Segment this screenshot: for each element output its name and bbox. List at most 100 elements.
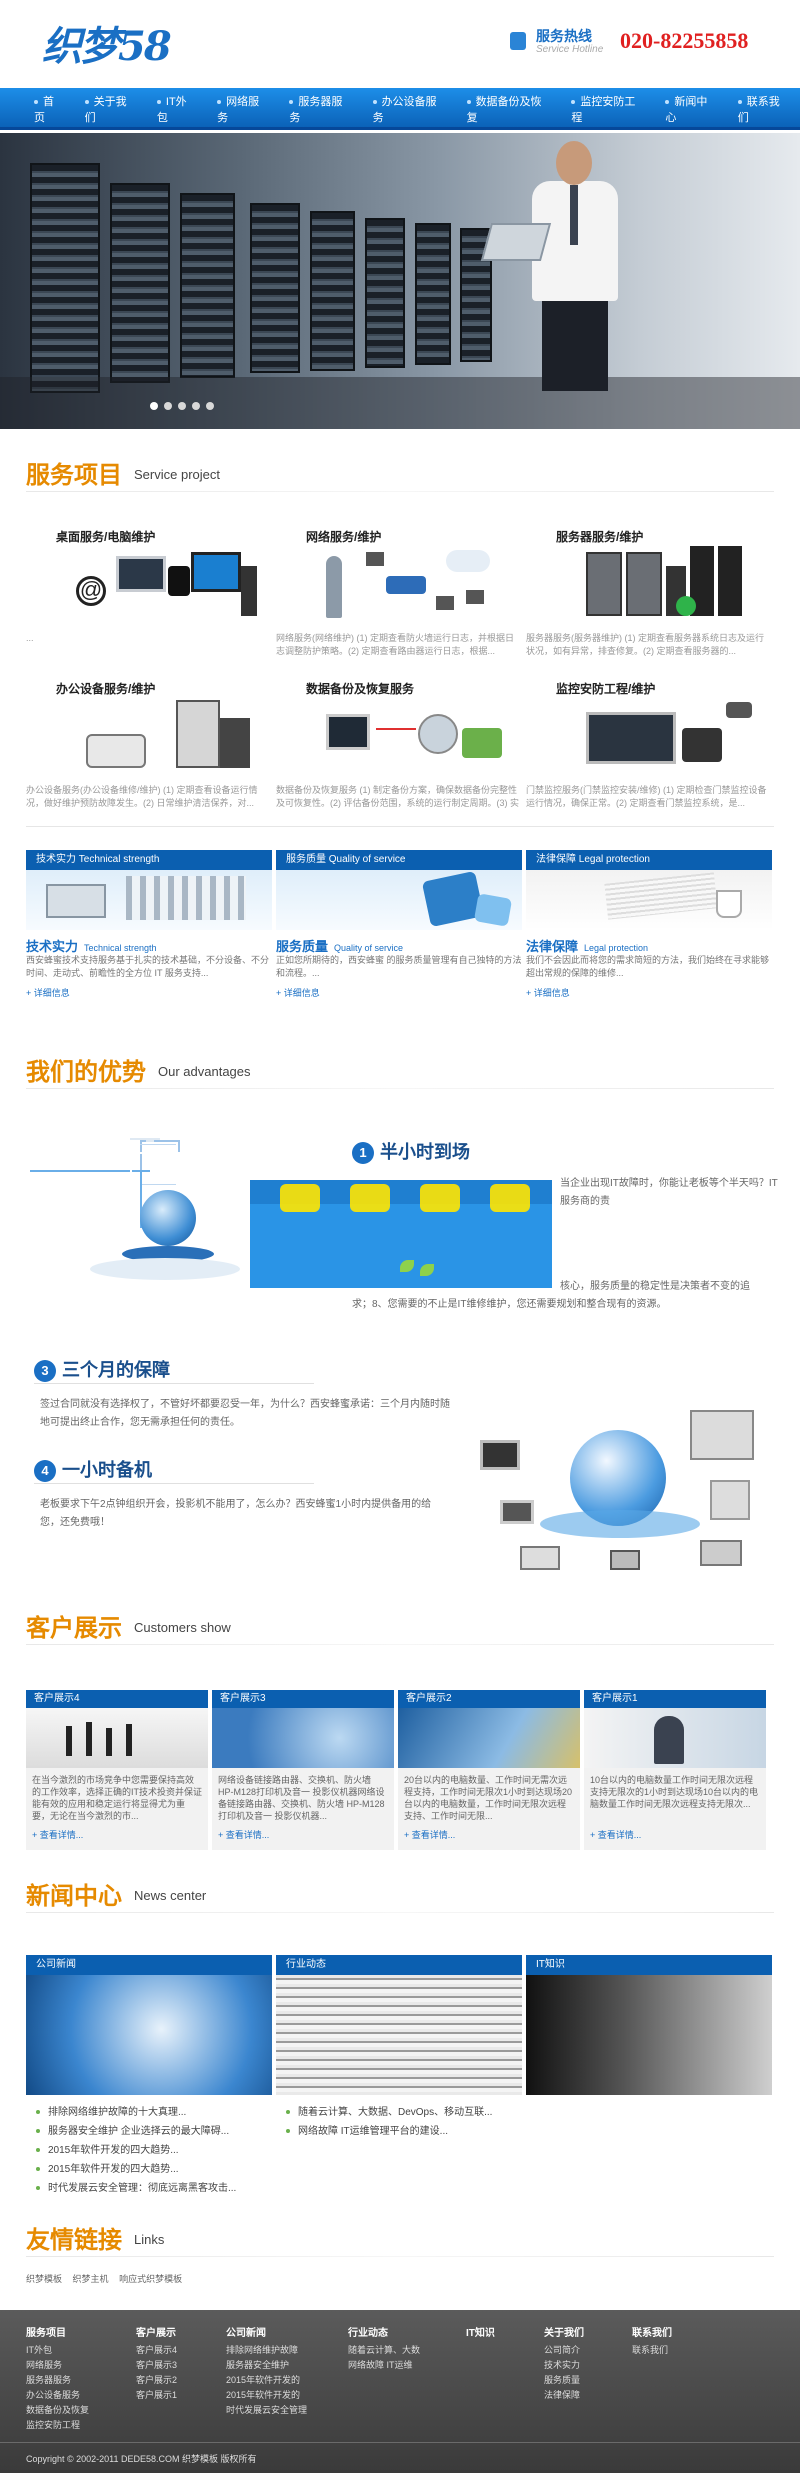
case-image <box>584 1708 766 1768</box>
feature-more-link[interactable]: + 详细信息 <box>526 986 570 999</box>
slider-dot[interactable] <box>178 402 186 410</box>
footer-link[interactable]: 服务器安全维护 <box>226 2358 307 2373</box>
service-item-backup[interactable]: 数据备份及恢复服务 数据备份及恢复服务 (1) 制定备份方案，确保数据备份完整性… <box>276 680 522 830</box>
advantage-3: 3 三个月的保障 <box>34 1356 170 1383</box>
nav-item-home[interactable]: 首页 <box>24 93 75 125</box>
service-item-server[interactable]: 服务器服务/维护 服务器服务(服务器维护) (1) 定期查看服务器系统日志及运行… <box>526 528 772 678</box>
slider-dot[interactable] <box>206 402 214 410</box>
news-link[interactable]: 2015年软件开发的四大趋势... <box>36 2141 236 2160</box>
footer-link[interactable]: 办公设备服务 <box>26 2388 89 2403</box>
slider-dot[interactable] <box>164 402 172 410</box>
news-link[interactable]: 随着云计算、大数据、DevOps、移动互联... <box>286 2103 492 2122</box>
slider-dot[interactable] <box>192 402 200 410</box>
server-rack <box>310 211 355 371</box>
footer-link[interactable]: 服务器服务 <box>26 2373 89 2388</box>
nav-item-server[interactable]: 服务器服务 <box>279 93 362 125</box>
footer-link[interactable]: 客户展示1 <box>136 2388 177 2403</box>
main-nav: 首页 关于我们 IT外包 网络服务 服务器服务 办公设备服务 数据备份及恢复 监… <box>0 88 800 130</box>
news-it-knowledge: IT知识 <box>526 1955 772 2185</box>
footer-col-services: 服务项目 IT外包 网络服务 服务器服务 办公设备服务 数据备份及恢复 监控安防… <box>26 2324 89 2433</box>
footer-link[interactable]: 排除网络维护故障 <box>226 2343 307 2358</box>
nav-item-it-outsourcing[interactable]: IT外包 <box>147 93 207 125</box>
friend-link[interactable]: 织梦模板 <box>26 2274 62 2284</box>
news-link[interactable]: 排除网络维护故障的十大真理... <box>36 2103 236 2122</box>
customer-case-1[interactable]: 客户展示1 10台以内的电脑数量工作时间无限次远程支持无限次的1小时到达现场10… <box>584 1690 766 1850</box>
slider-dot[interactable] <box>150 402 158 410</box>
advantage-1: 1 半小时到场 <box>352 1138 470 1165</box>
server-rack <box>415 223 451 365</box>
footer-link[interactable]: 客户展示3 <box>136 2358 177 2373</box>
banner-floor <box>0 377 800 429</box>
footer-link[interactable]: 时代发展云安全管理 <box>226 2403 307 2418</box>
news-link[interactable]: 服务器安全维护 企业选择云的最大障碍... <box>36 2122 236 2141</box>
nav-item-office[interactable]: 办公设备服务 <box>363 93 457 125</box>
footer-link[interactable]: 2015年软件开发的 <box>226 2373 307 2388</box>
customer-case-2[interactable]: 客户展示2 20台以内的电脑数量、工作时间无需次远程支持，工作时间无限次1小时到… <box>398 1690 580 1850</box>
desktop-computer-icon: @ <box>56 546 257 624</box>
news-link[interactable]: 时代发展云安全管理：彻底远离黑客攻击... <box>36 2179 236 2198</box>
footer-link[interactable]: 法律保障 <box>544 2388 584 2403</box>
links-heading: 友情链接 Links <box>26 2220 774 2260</box>
nav-item-news[interactable]: 新闻中心 <box>655 93 727 125</box>
footer-link[interactable]: 服务质量 <box>544 2373 584 2388</box>
footer-link[interactable]: 客户展示2 <box>136 2373 177 2388</box>
footer-link[interactable]: 网络故障 IT运维 <box>348 2358 420 2373</box>
footer-link[interactable]: 客户展示4 <box>136 2343 177 2358</box>
site-header: 织梦58 服务热线 Service Hotline 020-82255858 <box>0 0 800 88</box>
friend-link[interactable]: 织梦主机 <box>73 2274 109 2284</box>
news-tab-company[interactable]: 公司新闻 <box>26 1955 272 1975</box>
surveillance-camera-icon <box>556 698 756 776</box>
nav-item-about[interactable]: 关于我们 <box>75 93 147 125</box>
footer-link[interactable]: 技术实力 <box>544 2358 584 2373</box>
feature-more-link[interactable]: + 详细信息 <box>276 986 320 999</box>
case-image <box>26 1708 208 1768</box>
office-equipment-icon <box>56 698 256 776</box>
service-item-surveillance[interactable]: 监控安防工程/维护 门禁监控服务(门禁监控安装/维修) (1) 定期检查门禁监控… <box>526 680 772 830</box>
footer-col-company-news: 公司新闻 排除网络维护故障 服务器安全维护 2015年软件开发的 2015年软件… <box>226 2324 307 2418</box>
footer-link[interactable]: IT外包 <box>26 2343 89 2358</box>
news-link[interactable]: 2015年软件开发的四大趋势... <box>36 2160 236 2179</box>
nav-item-security[interactable]: 监控安防工程 <box>561 93 655 125</box>
footer-link[interactable]: 网络服务 <box>26 2358 89 2373</box>
nav-item-network[interactable]: 网络服务 <box>207 93 279 125</box>
advantages-heading: 我们的优势 Our advantages <box>26 1052 774 1092</box>
case-more-link[interactable]: + 查看详情... <box>218 1828 269 1841</box>
footer-link[interactable]: 监控安防工程 <box>26 2418 89 2433</box>
customer-case-4[interactable]: 客户展示4 在当今激烈的市场竞争中您需要保持高效的工作效率，选择正确的IT技术投… <box>26 1690 208 1850</box>
friend-links: 织梦模板 织梦主机 响应式织梦模板 <box>26 2272 190 2285</box>
footer-link[interactable]: 2015年软件开发的 <box>226 2388 307 2403</box>
news-company: 公司新闻 排除网络维护故障的十大真理... 服务器安全维护 企业选择云的最大障碍… <box>26 1955 272 2194</box>
friend-link[interactable]: 响应式织梦模板 <box>119 2274 182 2284</box>
server-icon <box>556 546 756 624</box>
customer-case-3[interactable]: 客户展示3 网络设备链接路由器、交换机、防火墙 HP-M128打印机及音一 投影… <box>212 1690 394 1850</box>
news-image <box>276 1975 522 2095</box>
advantage-4: 4 一小时备机 <box>34 1456 152 1483</box>
footer-link[interactable]: 联系我们 <box>632 2343 672 2358</box>
cases-heading: 客户展示 Customers show <box>26 1608 774 1648</box>
feature-more-link[interactable]: + 详细信息 <box>26 986 70 999</box>
case-more-link[interactable]: + 查看详情... <box>404 1828 455 1841</box>
footer-link[interactable]: 公司简介 <box>544 2343 584 2358</box>
service-item-office[interactable]: 办公设备服务/维护 办公设备服务(办公设备维修/维护) (1) 定期查看设备运行… <box>26 680 272 830</box>
nav-item-backup[interactable]: 数据备份及恢复 <box>457 93 562 125</box>
case-more-link[interactable]: + 查看详情... <box>590 1828 641 1841</box>
news-tab-it-knowledge[interactable]: IT知识 <box>526 1955 772 1975</box>
news-link[interactable]: 网络故障 IT运维管理平台的建设... <box>286 2122 492 2141</box>
case-more-link[interactable]: + 查看详情... <box>32 1828 83 1841</box>
service-item-desktop[interactable]: 桌面服务/电脑维护 @ ... <box>26 528 272 678</box>
globe-illustration <box>30 1130 250 1310</box>
news-tab-industry[interactable]: 行业动态 <box>276 1955 522 1975</box>
hotline-sub: Service Hotline <box>536 44 604 55</box>
news-heading: 新闻中心 News center <box>26 1876 774 1916</box>
server-rack <box>250 203 300 373</box>
footer-link[interactable]: 随着云计算、大数 <box>348 2343 420 2358</box>
footer-col-cases: 客户展示 客户展示4 客户展示3 客户展示2 客户展示1 <box>136 2324 177 2403</box>
server-rack <box>110 183 170 383</box>
hero-banner <box>0 133 800 429</box>
data-backup-icon <box>306 698 506 776</box>
nav-item-contact[interactable]: 联系我们 <box>728 93 800 125</box>
feature-technical-strength: 技术实力 Technical strength 技术实力 Technical st… <box>26 850 272 1020</box>
service-item-network[interactable]: 网络服务/维护 网络服务(网络维护) (1) 定期查看防火墙运行日志，并根据日志… <box>276 528 522 678</box>
footer-link[interactable]: 数据备份及恢复 <box>26 2403 89 2418</box>
site-logo[interactable]: 织梦58 <box>42 14 172 72</box>
